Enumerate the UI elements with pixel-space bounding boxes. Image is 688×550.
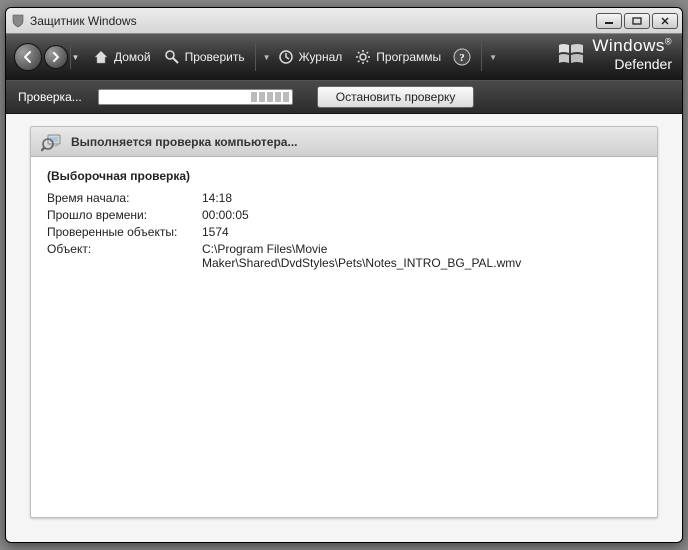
scan-panel: Выполняется проверка компьютера... (Выбо… — [30, 126, 658, 518]
start-time-value: 14:18 — [202, 191, 641, 205]
object-key: Объект: — [47, 242, 202, 270]
help-dropdown[interactable]: ▼ — [486, 53, 497, 62]
toolbar-history[interactable]: Журнал — [271, 44, 349, 70]
row-object: Объект: C:\Program Files\Movie Maker\Sha… — [47, 242, 641, 270]
object-value: C:\Program Files\Movie Maker\Shared\DvdS… — [202, 242, 641, 270]
panel-heading: Выполняется проверка компьютера... — [71, 135, 297, 149]
close-button[interactable] — [652, 13, 678, 29]
help-icon: ? — [453, 48, 471, 66]
window-controls — [596, 13, 678, 29]
checked-value: 1574 — [202, 225, 641, 239]
svg-text:?: ? — [459, 52, 465, 64]
toolbar-home[interactable]: Домой — [86, 44, 157, 70]
toolbar-scan[interactable]: Проверить — [157, 44, 251, 70]
status-bar: Проверка... Остановить проверку — [6, 80, 682, 114]
window-title: Защитник Windows — [30, 14, 596, 28]
start-time-key: Время начала: — [47, 191, 202, 205]
magnifier-computer-icon — [41, 131, 63, 153]
titlebar: Защитник Windows — [6, 8, 682, 34]
separator — [481, 43, 482, 71]
toolbar-help[interactable]: ? — [447, 44, 477, 70]
scan-type-label: (Выборочная проверка) — [47, 169, 641, 183]
back-button[interactable] — [14, 43, 42, 71]
brand-line1: Windows — [592, 36, 664, 55]
toolbar-home-label: Домой — [114, 50, 151, 64]
nav-history-dropdown[interactable]: ▼ — [70, 45, 80, 69]
history-icon — [277, 48, 295, 66]
search-icon — [163, 48, 181, 66]
row-checked: Проверенные объекты: 1574 — [47, 225, 641, 239]
app-icon — [10, 13, 26, 29]
maximize-button[interactable] — [624, 13, 650, 29]
toolbar: ▼ Домой Проверить ▼ Журнал Программы — [6, 34, 682, 80]
elapsed-value: 00:00:05 — [202, 208, 641, 222]
row-start-time: Время начала: 14:18 — [47, 191, 641, 205]
windows-flag-icon — [556, 39, 586, 69]
panel-body: (Выборочная проверка) Время начала: 14:1… — [31, 157, 657, 285]
brand-logo: Windows® Defender — [556, 36, 672, 72]
brand-text: Windows® Defender — [592, 36, 672, 72]
checked-key: Проверенные объекты: — [47, 225, 202, 239]
app-window: Защитник Windows ▼ Домой — [5, 7, 683, 543]
panel-header: Выполняется проверка компьютера... — [31, 127, 657, 157]
progress-bar — [98, 89, 293, 105]
toolbar-scan-label: Проверить — [185, 50, 245, 64]
minimize-button[interactable] — [596, 13, 622, 29]
gear-icon — [354, 48, 372, 66]
brand-line2: Defender — [592, 56, 672, 72]
stop-scan-button[interactable]: Остановить проверку — [317, 86, 475, 108]
toolbar-programs[interactable]: Программы — [348, 44, 447, 70]
toolbar-history-label: Журнал — [299, 50, 343, 64]
elapsed-key: Прошло времени: — [47, 208, 202, 222]
scan-dropdown[interactable]: ▼ — [260, 53, 271, 62]
forward-button[interactable] — [44, 45, 68, 69]
separator — [255, 43, 256, 71]
row-elapsed: Прошло времени: 00:00:05 — [47, 208, 641, 222]
status-label: Проверка... — [18, 90, 82, 104]
toolbar-programs-label: Программы — [376, 50, 441, 64]
home-icon — [92, 48, 110, 66]
content-area: Выполняется проверка компьютера... (Выбо… — [6, 114, 682, 542]
